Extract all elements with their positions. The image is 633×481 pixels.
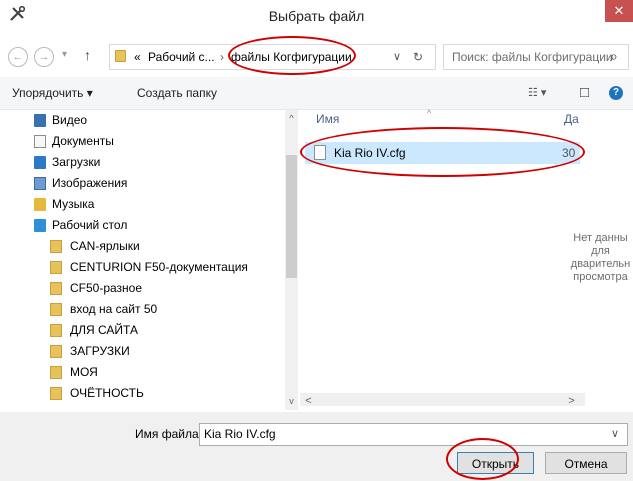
- sidebar-item-label: CAN-ярлыки: [70, 239, 140, 253]
- forward-button[interactable]: →: [34, 47, 54, 67]
- folder-icon: [50, 240, 62, 253]
- scroll-up-arrow[interactable]: ^: [285, 113, 298, 123]
- search-placeholder: Поиск: файлы Когфигурации: [452, 50, 613, 64]
- scroll-down-arrow[interactable]: v: [285, 396, 298, 406]
- refresh-button[interactable]: ↻: [413, 45, 423, 69]
- folder-icon: [50, 261, 62, 274]
- folder-icon: [50, 387, 62, 400]
- sidebar-item-label: ДЛЯ САЙТА: [70, 323, 138, 337]
- annotation-ring-open: [446, 438, 519, 480]
- preview-line: для: [591, 245, 610, 257]
- sidebar-item-label: Музыка: [52, 197, 95, 211]
- new-folder-button[interactable]: Создать папку: [137, 77, 217, 109]
- breadcrumb-separator: ›: [220, 50, 224, 64]
- close-button[interactable]: ✕: [605, 0, 633, 22]
- cancel-button[interactable]: Отмена: [545, 452, 627, 474]
- sidebar-item-label: вход на сайт 50: [70, 302, 158, 316]
- sidebar-item-label: МОЯ: [70, 365, 98, 379]
- address-overflow[interactable]: «: [134, 45, 141, 69]
- navigation-scroll-thumb[interactable]: [286, 155, 297, 278]
- back-button[interactable]: ←: [8, 47, 28, 67]
- annotation-ring-file: [300, 127, 585, 177]
- recent-locations-dropdown[interactable]: ▾: [62, 49, 67, 60]
- sidebar-item-label: CF50-разное: [70, 281, 143, 295]
- window-title: Выбрать файл: [268, 8, 365, 24]
- downloads-folder-icon: [34, 156, 46, 169]
- folder-icon: [50, 345, 62, 358]
- preview-line: Нет данны: [573, 232, 628, 244]
- address-dropdown[interactable]: ∨: [393, 45, 401, 69]
- pictures-library-icon: [34, 177, 46, 190]
- folder-icon: [50, 324, 62, 337]
- column-header-date[interactable]: Да: [564, 112, 579, 126]
- search-icon: ⌕: [610, 48, 618, 64]
- file-list-hscrollbar[interactable]: [300, 393, 585, 406]
- preview-line: дварительн: [570, 258, 631, 270]
- video-library-icon: [34, 114, 46, 127]
- scroll-right-arrow[interactable]: >: [565, 395, 578, 407]
- filename-value: Kia Rio IV.cfg: [204, 427, 276, 441]
- scroll-left-arrow[interactable]: <: [302, 395, 315, 407]
- annotation-ring-address: [228, 36, 356, 75]
- folder-icon: [50, 282, 62, 295]
- preview-message: Нет данны для дварительн просмотра: [568, 232, 633, 284]
- folder-icon: [50, 366, 62, 379]
- desktop-folder-icon: [34, 219, 46, 232]
- filename-dropdown[interactable]: ∨: [611, 427, 619, 440]
- folder-icon: [115, 50, 126, 62]
- command-bar: Упорядочить ▾ Создать папку ☷ ▾ □ ?: [0, 77, 633, 110]
- up-button[interactable]: ↑: [84, 47, 91, 63]
- help-icon[interactable]: ?: [609, 86, 623, 100]
- preview-pane-icon[interactable]: □: [580, 77, 589, 109]
- filename-input[interactable]: Kia Rio IV.cfg ∨: [199, 423, 628, 446]
- filename-label: Имя файла:: [135, 427, 202, 441]
- sidebar-item-label: Загрузки: [52, 155, 101, 169]
- folder-icon: [50, 303, 62, 316]
- sidebar-item-label: CENTURION F50-документация: [70, 260, 248, 274]
- view-options-icon[interactable]: ☷ ▾: [528, 77, 546, 109]
- documents-library-icon: [34, 135, 46, 148]
- sidebar-item-label: Документы: [52, 134, 114, 148]
- sidebar-item-label: ЗАГРУЗКИ: [70, 344, 130, 358]
- navigation-pane: Видео Документы Загрузки Изображения Муз…: [10, 110, 300, 410]
- sort-indicator: ^: [427, 108, 432, 118]
- sidebar-item-label: Видео: [52, 113, 88, 127]
- column-header-name[interactable]: Имя: [316, 112, 339, 126]
- organize-button[interactable]: Упорядочить ▾: [12, 77, 93, 109]
- music-library-icon: [34, 198, 46, 211]
- breadcrumb-desktop[interactable]: Рабочий с...: [148, 45, 215, 69]
- preview-line: просмотра: [573, 271, 628, 283]
- sidebar-item-label: Изображения: [52, 176, 128, 190]
- sidebar-item-label: Рабочий стол: [52, 218, 128, 232]
- search-input[interactable]: Поиск: файлы Когфигурации ⌕: [443, 44, 629, 70]
- tools-icon: [8, 5, 28, 25]
- sidebar-item-label: ОЧЁТНОСТЬ: [70, 386, 144, 400]
